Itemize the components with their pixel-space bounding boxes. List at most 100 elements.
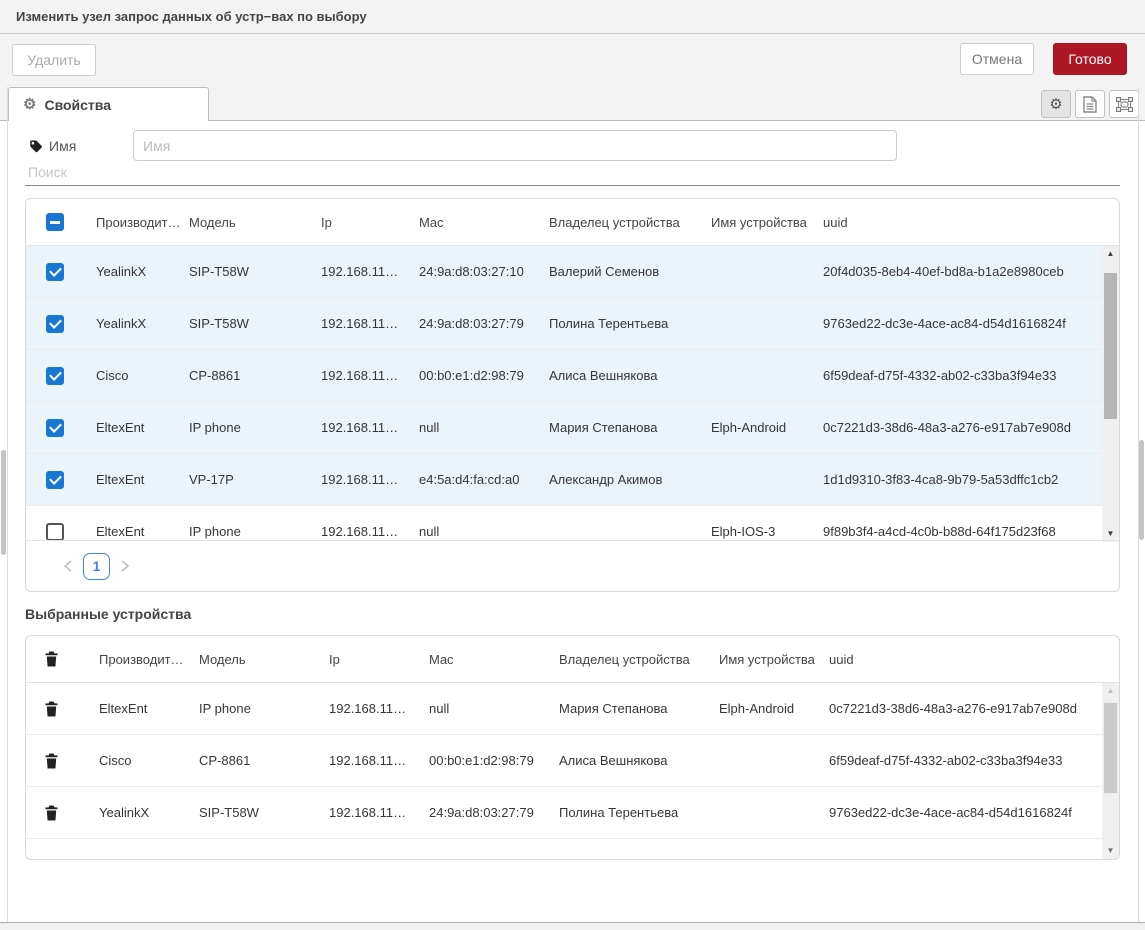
- cell-mac: null: [419, 420, 549, 435]
- pagination: 1: [26, 540, 1119, 591]
- cell-manufacturer: EltexEnt: [96, 524, 189, 539]
- column-header: Ip: [321, 215, 419, 230]
- select-all-checkbox[interactable]: [46, 213, 64, 231]
- cell-owner: Александр Акимов: [549, 472, 711, 487]
- table-row[interactable]: EltexEnt IP phone 192.168.11… null Мария…: [26, 402, 1102, 454]
- row-checkbox[interactable]: [46, 315, 64, 333]
- column-header: Ip: [329, 652, 429, 667]
- column-header: uuid: [829, 652, 1119, 667]
- page-scrollbar-left[interactable]: [1, 450, 6, 555]
- scrollbar-thumb[interactable]: [1104, 703, 1117, 793]
- dialog-footer: [0, 922, 1145, 930]
- cell-owner: Валерий Семенов: [549, 264, 711, 279]
- scrollbar-thumb[interactable]: [1104, 273, 1117, 419]
- page-scrollbar-right[interactable]: [1139, 440, 1144, 540]
- column-header: Модель: [199, 652, 329, 667]
- tab-bar: ⚙ Свойства ⚙: [0, 87, 1145, 121]
- cell-ip: 192.168.11…: [321, 472, 419, 487]
- remove-device-icon[interactable]: [44, 752, 59, 770]
- column-header: Mac: [419, 215, 549, 230]
- row-checkbox[interactable]: [46, 523, 64, 541]
- scroll-up-icon[interactable]: ▲: [1102, 246, 1119, 262]
- done-button[interactable]: Готово: [1053, 43, 1127, 75]
- cell-ip: 192.168.11…: [329, 805, 429, 820]
- column-header: Производит…: [96, 215, 189, 230]
- cell-owner: Мария Степанова: [559, 701, 719, 716]
- table-row[interactable]: EltexEnt VP-17P 192.168.11… e4:5a:d4:fa:…: [26, 454, 1102, 506]
- cell-mac: null: [419, 524, 549, 539]
- scroll-up-icon[interactable]: ▲: [1102, 683, 1119, 699]
- delete-button[interactable]: Удалить: [12, 44, 96, 76]
- cell-model: CP-8861: [189, 368, 321, 383]
- cell-owner: Мария Степанова: [549, 420, 711, 435]
- devices-table-scrollbar[interactable]: ▲ ▼: [1102, 246, 1119, 542]
- prev-page-icon[interactable]: [62, 559, 74, 573]
- cell-mac: null: [429, 701, 559, 716]
- next-page-icon[interactable]: [119, 559, 131, 573]
- cell-ip: 192.168.11…: [321, 420, 419, 435]
- table-row: YealinkX SIP-T58W 192.168.11… 24:9a:d8:0…: [26, 787, 1102, 839]
- name-input[interactable]: [133, 130, 897, 161]
- row-checkbox[interactable]: [46, 419, 64, 437]
- cell-model: VP-17P: [189, 472, 321, 487]
- cell-owner: Алиса Вешнякова: [559, 753, 719, 768]
- cell-device-name: Elph-Android: [719, 701, 829, 716]
- description-tab-button[interactable]: [1075, 90, 1105, 118]
- cell-manufacturer: EltexEnt: [96, 472, 189, 487]
- tab-properties-label: Свойства: [44, 97, 111, 113]
- column-header: Модель: [189, 215, 321, 230]
- table-row[interactable]: YealinkX SIP-T58W 192.168.11… 24:9a:d8:0…: [26, 246, 1102, 298]
- trash-icon[interactable]: [44, 650, 59, 668]
- gear-icon: ⚙: [1049, 97, 1062, 112]
- cell-manufacturer: YealinkX: [96, 316, 189, 331]
- cell-model: SIP-T58W: [189, 316, 321, 331]
- cell-uuid: 9763ed22-dc3e-4ace-ac84-d54d1616824f: [823, 316, 1102, 331]
- cell-manufacturer: YealinkX: [96, 264, 189, 279]
- cell-mac: 00:b0:e1:d2:98:79: [429, 753, 559, 768]
- cell-uuid: 1d1d9310-3f83-4ca8-9b79-5a53dffc1cb2: [823, 472, 1102, 487]
- column-header: Владелец устройства: [549, 215, 711, 230]
- cell-manufacturer: Cisco: [99, 753, 199, 768]
- appearance-tab-button[interactable]: [1109, 90, 1139, 118]
- page-number-button[interactable]: 1: [83, 553, 110, 580]
- devices-table-body: YealinkX SIP-T58W 192.168.11… 24:9a:d8:0…: [26, 246, 1119, 542]
- properties-tab-button[interactable]: ⚙: [1041, 90, 1071, 118]
- tag-icon: [28, 139, 43, 154]
- row-checkbox[interactable]: [46, 263, 64, 281]
- document-icon: [1083, 96, 1097, 113]
- scroll-down-icon[interactable]: ▼: [1102, 843, 1119, 859]
- devices-table: Производит…МодельIpMacВладелец устройств…: [25, 198, 1120, 592]
- cell-mac: 24:9a:d8:03:27:79: [419, 316, 549, 331]
- column-header: Mac: [429, 652, 559, 667]
- name-field-label: Имя: [28, 138, 76, 154]
- cell-manufacturer: YealinkX: [99, 805, 199, 820]
- remove-device-icon[interactable]: [44, 700, 59, 718]
- column-header: Производит…: [99, 652, 199, 667]
- search-input[interactable]: [25, 158, 1120, 186]
- column-header: uuid: [823, 215, 1119, 230]
- table-row: EltexEnt IP phone 192.168.11… null Мария…: [26, 683, 1102, 735]
- table-row[interactable]: YealinkX SIP-T58W 192.168.11… 24:9a:d8:0…: [26, 298, 1102, 350]
- cell-model: IP phone: [199, 701, 329, 716]
- column-header: Владелец устройства: [559, 652, 719, 667]
- cell-manufacturer: EltexEnt: [96, 420, 189, 435]
- tab-properties[interactable]: ⚙ Свойства: [8, 87, 209, 121]
- cell-device-name: Elph-Android: [711, 420, 823, 435]
- row-checkbox[interactable]: [46, 471, 64, 489]
- cancel-button[interactable]: Отмена: [960, 43, 1034, 75]
- dialog-toolbar: Удалить Отмена Готово: [0, 34, 1145, 87]
- devices-table-header: Производит…МодельIpMacВладелец устройств…: [26, 199, 1119, 246]
- cell-uuid: 6f59deaf-d75f-4332-ab02-c33ba3f94e33: [829, 753, 1102, 768]
- cell-uuid: 6f59deaf-d75f-4332-ab02-c33ba3f94e33: [823, 368, 1102, 383]
- cell-ip: 192.168.11…: [321, 524, 419, 539]
- table-row[interactable]: Cisco CP-8861 192.168.11… 00:b0:e1:d2:98…: [26, 350, 1102, 402]
- edit-node-dialog: Изменить узел запрос данных об устр−вах …: [0, 0, 1145, 930]
- column-header: Имя устройства: [719, 652, 829, 667]
- column-header: Имя устройства: [711, 215, 823, 230]
- selected-table-scrollbar[interactable]: ▲ ▼: [1102, 683, 1119, 859]
- cell-uuid: 20f4d035-8eb4-40ef-bd8a-b1a2e8980ceb: [823, 264, 1102, 279]
- remove-device-icon[interactable]: [44, 804, 59, 822]
- row-checkbox[interactable]: [46, 367, 64, 385]
- table-row[interactable]: EltexEnt IP phone 192.168.11… null Elph-…: [26, 506, 1102, 542]
- gear-icon: ⚙: [23, 97, 36, 112]
